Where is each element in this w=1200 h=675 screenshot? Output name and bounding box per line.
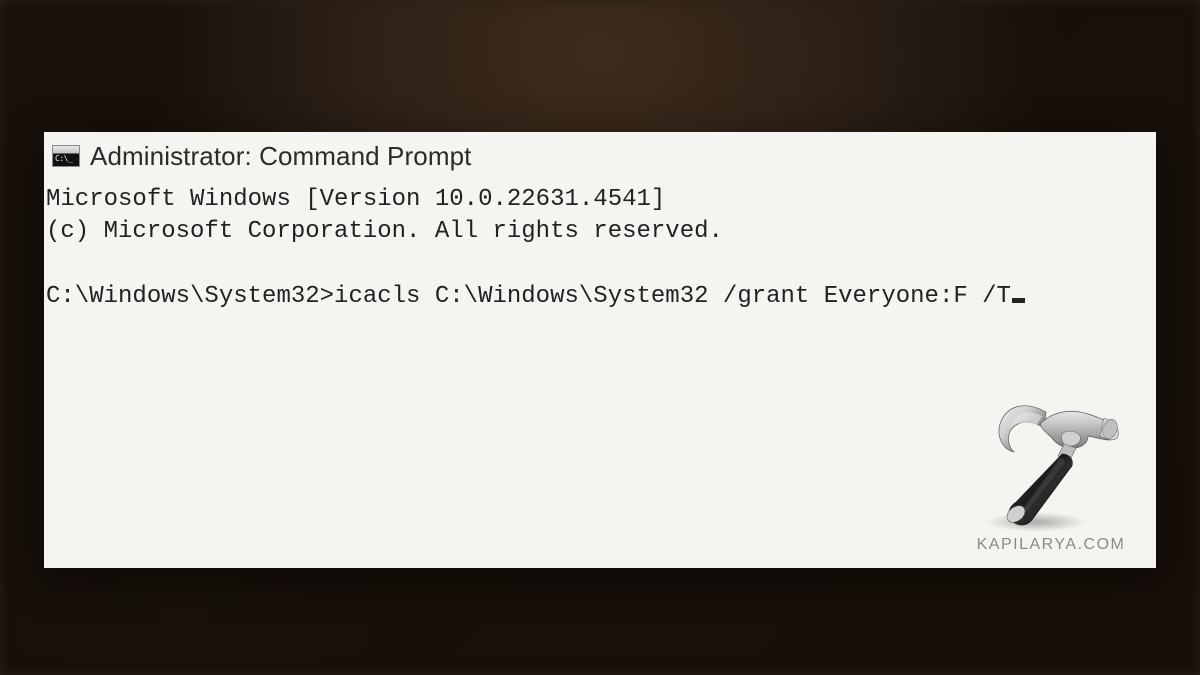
- cmd-app-icon: [52, 145, 80, 167]
- console-command: icacls C:\Windows\System32 /grant Everyo…: [334, 283, 1011, 310]
- title-bar[interactable]: Administrator: Command Prompt: [44, 132, 1156, 180]
- console-version-line: Microsoft Windows [Version 10.0.22631.45…: [46, 186, 665, 213]
- console-prompt: C:\Windows\System32>: [46, 283, 334, 310]
- watermark: KAPILARYA.COM: [976, 394, 1126, 554]
- watermark-text: KAPILARYA.COM: [976, 536, 1126, 554]
- window-title: Administrator: Command Prompt: [90, 141, 471, 172]
- hammer-icon: [976, 394, 1126, 534]
- text-cursor: [1012, 298, 1025, 303]
- command-prompt-window: Administrator: Command Prompt Microsoft …: [44, 132, 1156, 568]
- console-copyright-line: (c) Microsoft Corporation. All rights re…: [46, 218, 723, 245]
- console-output[interactable]: Microsoft Windows [Version 10.0.22631.45…: [44, 180, 1156, 314]
